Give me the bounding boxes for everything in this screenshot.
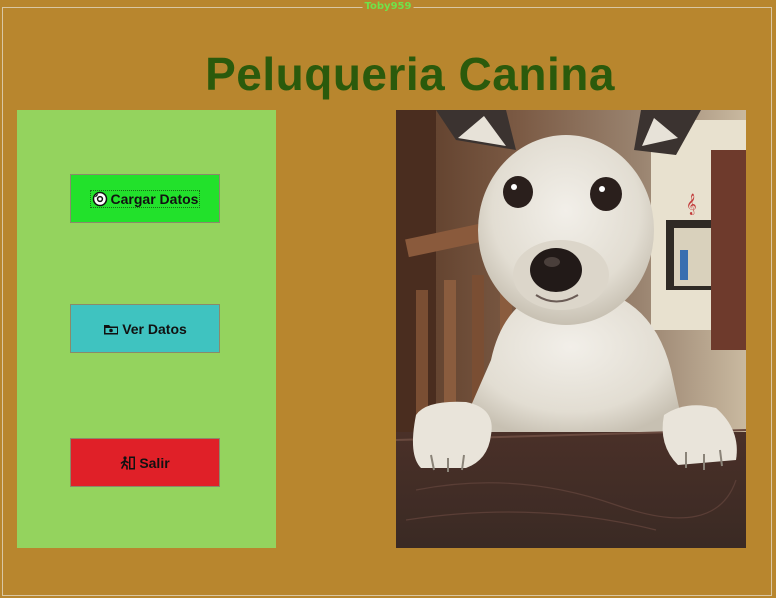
view-data-label: Ver Datos: [122, 320, 187, 337]
load-data-button[interactable]: Cargar Datos: [70, 174, 220, 223]
svg-text:𝄞: 𝄞: [686, 194, 697, 215]
frame-title: Toby959: [362, 0, 414, 13]
menu-panel: Cargar Datos Ver Datos Salir: [17, 110, 276, 548]
exit-button[interactable]: Salir: [70, 438, 220, 487]
view-data-button[interactable]: Ver Datos: [70, 304, 220, 353]
folder-icon: [103, 321, 119, 337]
page-title: Peluqueria Canina: [205, 48, 615, 100]
load-data-label: Cargar Datos: [110, 190, 199, 207]
dog-photo: 𝄞: [396, 110, 746, 548]
exit-icon: [120, 455, 136, 471]
exit-button-content: Salir: [120, 454, 170, 471]
view-data-button-content: Ver Datos: [103, 321, 187, 337]
exit-label: Salir: [139, 454, 170, 471]
app-window: Toby959 Peluqueria Canina Cargar Datos V…: [0, 0, 776, 598]
load-data-button-content: Cargar Datos: [89, 189, 201, 208]
disc-icon: [92, 191, 108, 207]
